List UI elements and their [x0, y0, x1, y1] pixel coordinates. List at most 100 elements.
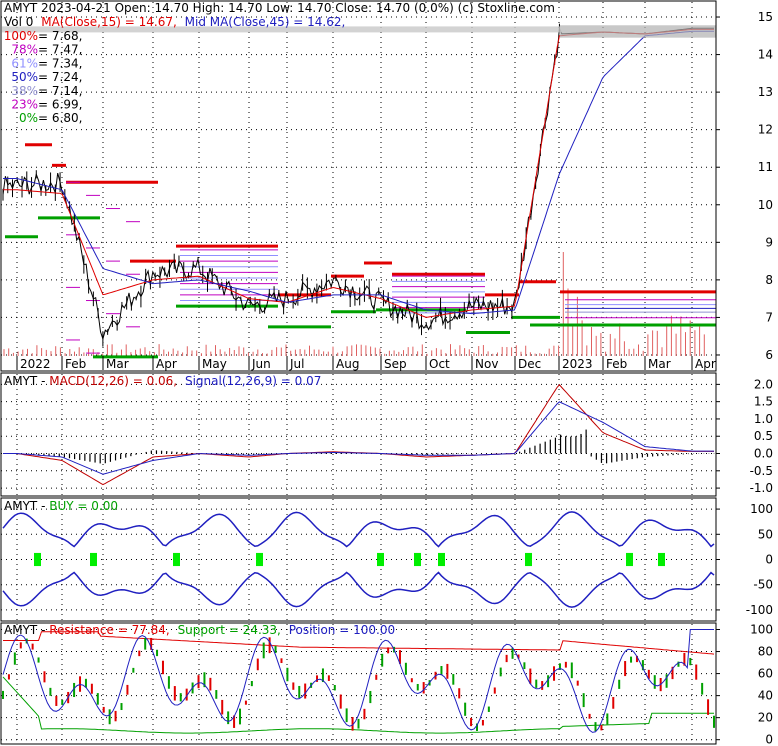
y-tick-label: -50 [753, 578, 773, 592]
fib-legend-value: = 6.80, [38, 111, 82, 125]
oscillator-candle [333, 684, 336, 691]
macd-ticker: AMYT [4, 374, 38, 388]
sr-position-label: Position = 100.00 [289, 623, 395, 637]
volume-label: Vol 0 [4, 15, 33, 29]
oscillator-candle [2, 690, 4, 699]
oscillator-candle [606, 713, 609, 725]
buy-signal-marker [414, 552, 421, 567]
oscillator-candle [464, 702, 467, 716]
oscillator-candle [132, 667, 135, 673]
buy-signal-marker [256, 552, 263, 567]
oscillator-candle [446, 663, 449, 679]
buy-ticker: AMYT [4, 499, 38, 513]
oscillator-candle [381, 653, 384, 667]
oscillator-candle [156, 649, 159, 657]
x-tick-label: 2022 [20, 357, 51, 371]
oscillator-candle [167, 676, 170, 689]
oscillator-candle [280, 658, 283, 664]
x-tick-label: Sep [384, 357, 407, 371]
oscillator-candle [440, 666, 443, 676]
x-tick-label: 2023 [562, 357, 593, 371]
oscillator-candle [250, 680, 253, 687]
x-tick-label: Aug [336, 357, 359, 371]
fib-legend-pct: 50% [11, 70, 38, 84]
oscillator-candle [458, 688, 461, 699]
oscillator-candle [470, 717, 473, 727]
oscillator-candle [535, 679, 538, 688]
stock-chart: 6 7 8 9 10 11 12 13 14 15 2022 Feb Mar Apr May Jun Jul A… [0, 0, 778, 746]
macd-signal-label: Signal(12,26,9) = 0.07 [185, 374, 321, 388]
oscillator-candle [369, 690, 372, 704]
oscillator-candle [292, 682, 295, 690]
oscillator-candle [262, 642, 265, 659]
oscillator-candle [618, 679, 621, 689]
y-tick-label: 2.0 [754, 377, 773, 391]
oscillator-candle [689, 657, 692, 666]
x-tick-label: Mar [106, 357, 129, 371]
oscillator-candle [49, 687, 52, 696]
y-tick-label: 100 [750, 623, 773, 637]
fib-legend-value: = 7.47, [38, 43, 82, 57]
oscillator-candle [505, 654, 508, 663]
sr-support-label: Support = 24.33, [178, 623, 281, 637]
header-line: AMYT 2023-04-21 Open: 14.70 High: 14.70 … [4, 1, 555, 15]
macd-label: MACD(12,26) = 0.06, [49, 374, 177, 388]
oscillator-candle [576, 680, 579, 686]
buy-signal-marker [34, 552, 41, 567]
oscillator-candle [274, 645, 277, 654]
fib-legend-pct: 61% [11, 56, 38, 70]
oscillator-candle [695, 664, 698, 680]
oscillator-candle [173, 686, 176, 701]
oscillator-candle [227, 711, 230, 725]
oscillator-candle [268, 637, 271, 654]
oscillator-candle [487, 706, 490, 712]
oscillator-candle [298, 685, 301, 698]
oscillator-candle [209, 677, 212, 691]
buy-signal-marker [90, 552, 97, 567]
x-tick-label: Oct [429, 357, 450, 371]
macd-legend: AMYT - MACD(12,26) = 0.06, Signal(12,26,… [4, 374, 321, 388]
oscillator-candle [612, 697, 615, 709]
oscillator-candle [416, 683, 419, 691]
y-tick-label: 8 [765, 273, 773, 287]
ma15-label: MA(Close,15) = 14.67, [41, 15, 177, 29]
y-tick-label: 9 [765, 235, 773, 249]
oscillator-candle [713, 715, 715, 728]
oscillator-candle [707, 699, 710, 715]
y-tick-label: 1.5 [754, 395, 773, 409]
oscillator-candle [197, 675, 200, 689]
oscillator-candle [144, 637, 147, 650]
y-tick-label: 7 [765, 310, 773, 324]
fib-legend-pct: 23% [11, 98, 38, 112]
y-tick-label: 0.0 [754, 447, 773, 461]
oscillator-candle [19, 642, 22, 649]
oscillator-candle [339, 694, 342, 709]
fib-legend-pct: 38% [11, 84, 38, 98]
oscillator-candle [108, 709, 111, 725]
y-tick-label: -100 [746, 603, 773, 617]
y-tick-label: 50 [758, 527, 773, 541]
fib-legend-pct: 0% [19, 111, 38, 125]
price-band [560, 25, 716, 38]
oscillator-candle [114, 710, 117, 722]
y-tick-label: 11 [758, 160, 773, 174]
fib-legend-value: = 7.14, [38, 84, 82, 98]
oscillator-candle [529, 668, 532, 684]
x-tick-label: Apr [156, 357, 177, 371]
oscillator-candle [357, 718, 360, 729]
fib-legend-value: = 6.99, [38, 98, 82, 112]
y-tick-label: 100 [750, 502, 773, 516]
buy-signal-marker [525, 552, 532, 567]
y-tick-label: 80 [758, 645, 773, 659]
y-tick-label: 10 [758, 198, 773, 212]
oscillator-candle [61, 699, 64, 705]
fib-legend-pct: 100% [4, 29, 38, 43]
oscillator-candle [239, 708, 241, 725]
oscillator-candle [387, 647, 390, 654]
y-tick-label: 6 [765, 348, 773, 362]
oscillator-candle [304, 683, 307, 699]
oscillator-candle [564, 661, 567, 668]
oscillator-candle [582, 693, 585, 708]
buy-signal-marker [173, 552, 180, 567]
x-tick-label: Feb [606, 357, 627, 371]
